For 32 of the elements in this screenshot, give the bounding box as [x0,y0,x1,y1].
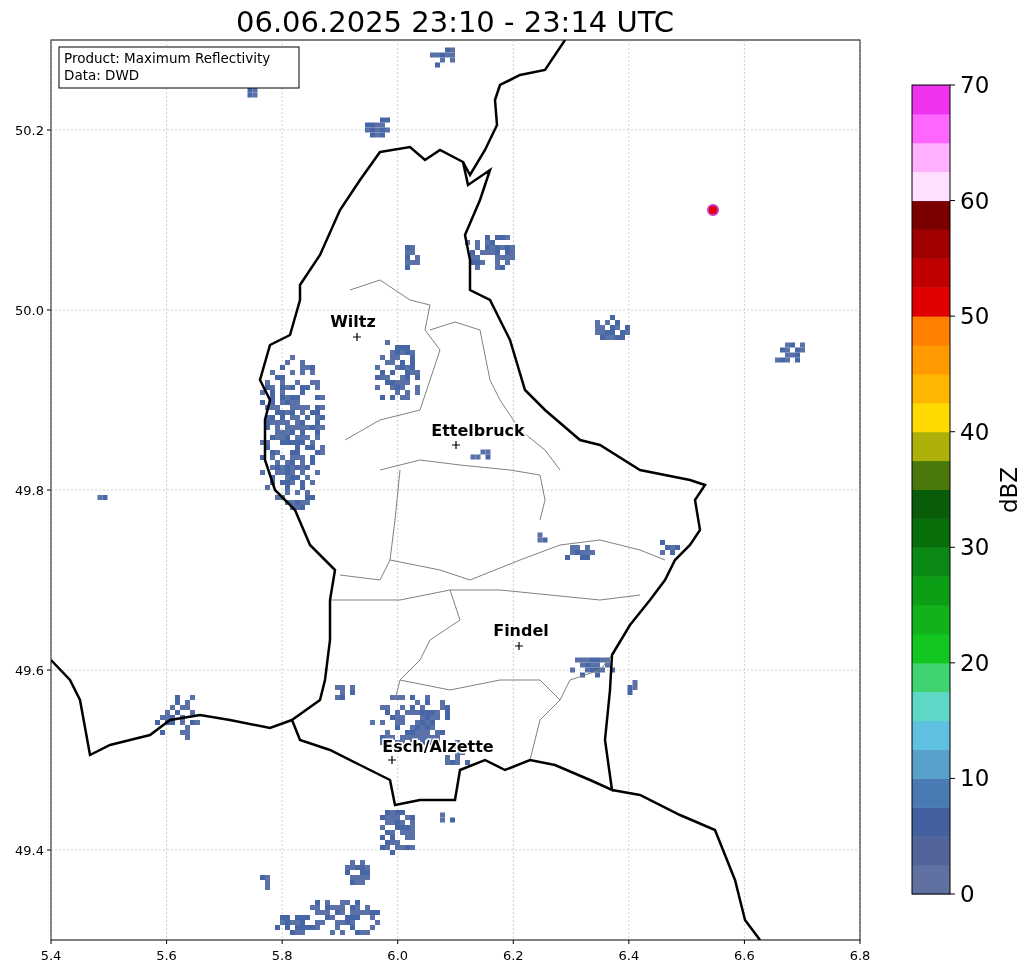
colorbar-label: dBZ [996,466,1022,514]
colorbar-tick-label: 50 [960,303,990,330]
colorbar-tick-label: 0 [960,881,975,907]
city-label: Ettelbruck [431,421,525,440]
city-label: Findel [493,621,549,640]
axis-tick-label: 50.0 [15,303,44,318]
axis-tick-label: 49.4 [15,843,44,858]
axis-tick-label: 6.0 [387,948,409,963]
axis-tick-label: 50.2 [15,123,44,138]
info-text: Product: Maximum Reflectivity [64,50,271,66]
axis-tick-label: 49.8 [15,483,44,498]
axis-tick-label: 6.8 [849,948,871,963]
axis-tick-label: 49.6 [15,663,44,678]
city-marker [387,755,397,765]
axis-tick-label: 6.6 [734,948,755,963]
axis-tick-label: 6.2 [502,948,524,963]
city-marker [451,440,461,450]
colorbar-tick-label: 40 [960,418,990,445]
city-marker [514,641,524,651]
info-text: Data: DWD [64,67,140,83]
colorbar-tick-label: 30 [960,534,990,561]
colorbar-tick-label: 70 [960,72,990,98]
colorbar-tick-label: 20 [960,649,990,676]
colorbar-tick-label: 60 [960,187,990,214]
axis-tick-label: 5.4 [40,948,62,963]
city-label: Wiltz [330,312,376,331]
axis-tick-label: 6.4 [618,948,640,963]
chart-title: 06.06.2025 23:10 - 23:14 UTC [236,5,674,39]
city-marker [352,332,362,342]
axis-tick-label: 5.6 [156,948,177,963]
colorbar-tick-label: 10 [960,765,990,792]
axis-tick-label: 5.8 [271,948,293,963]
